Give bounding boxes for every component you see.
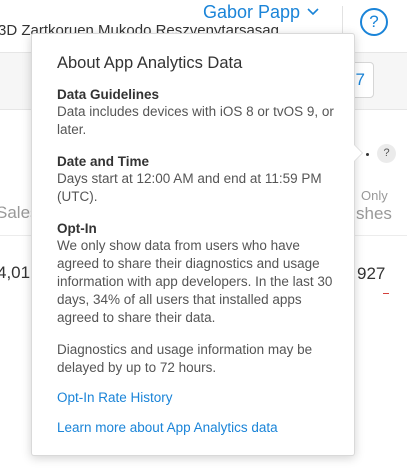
section-body-date-time: Days start at 12:00 AM and end at 11:59 … [57,171,322,204]
info-label: ? [383,147,390,159]
help-label: ? [369,12,379,31]
user-name: Gabor Papp [203,1,301,22]
popover-title: About App Analytics Data [57,54,243,72]
section-body-data-guidelines: Data includes devices with iOS 8 or tvOS… [57,104,334,137]
help-button[interactable]: ? [360,8,388,36]
date-range-label: 7 [355,70,365,89]
change-indicator [383,293,389,294]
learn-more-link[interactable]: Learn more about App Analytics data [57,419,354,437]
chevron-down-icon [307,6,319,18]
row-value-crashes: 927 [357,264,386,283]
opt-in-rate-history-link[interactable]: Opt-In Rate History [57,389,354,407]
user-account-menu[interactable]: Gabor Papp [203,0,319,24]
section-body-opt-in: We only show data from users who have ag… [57,238,333,325]
column-header-only: Only [361,188,388,203]
app-analytics-page: 3D Zartkoruen Mukodo Reszvenytarsasag Ga… [0,0,407,476]
row-value-sales: 4,01 [0,263,31,282]
bullet-dot [366,153,369,156]
info-button[interactable]: ? [377,144,396,163]
column-header-crashes: shes [356,204,392,223]
delay-note: Diagnostics and usage information may be… [57,342,313,375]
popover-arrow [353,144,362,162]
section-heading-opt-in: Opt-In [57,221,97,236]
about-analytics-popover: About App Analytics Data Data Guidelines… [31,33,355,456]
section-heading-date-time: Date and Time [57,154,150,169]
section-heading-data-guidelines: Data Guidelines [57,87,160,102]
